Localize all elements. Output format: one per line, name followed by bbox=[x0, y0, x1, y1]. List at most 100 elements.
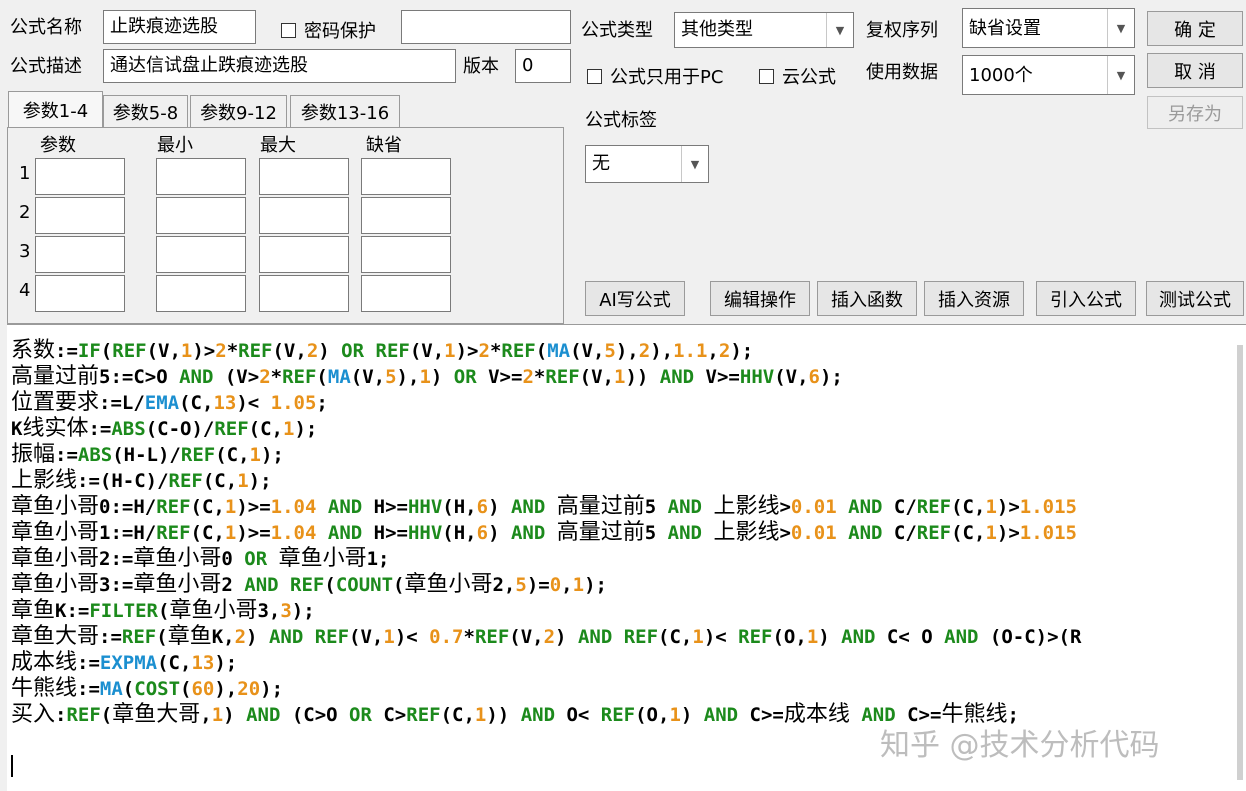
param-min-input-1[interactable] bbox=[156, 158, 246, 195]
code-token: 1 bbox=[237, 470, 249, 492]
param-name-input-3[interactable] bbox=[35, 236, 125, 273]
code-token: AND bbox=[246, 704, 281, 726]
formula-tag-select[interactable]: 无 ▼ bbox=[585, 145, 709, 183]
cancel-button[interactable]: 取 消 bbox=[1147, 53, 1243, 88]
param-name-input-2[interactable] bbox=[35, 197, 125, 234]
param-min-input-2[interactable] bbox=[156, 197, 246, 234]
param-name-input-4[interactable] bbox=[35, 275, 125, 312]
code-content: 系数:=IF(REF(V,1)>2*REF(V,2) OR REF(V,1)>2… bbox=[11, 338, 1224, 728]
password-input[interactable] bbox=[401, 10, 571, 44]
code-token: )< bbox=[394, 626, 430, 648]
param-max-input-4[interactable] bbox=[259, 275, 349, 312]
data-count-select[interactable]: 1000个 ▼ bbox=[962, 55, 1135, 95]
tab-params-5-8[interactable]: 参数5-8 bbox=[103, 95, 188, 127]
pc-only-box[interactable] bbox=[587, 68, 602, 84]
ai-write-formula-button[interactable]: AI写公式 bbox=[585, 281, 685, 316]
param-default-input-3[interactable] bbox=[361, 236, 451, 273]
param-default-input-2[interactable] bbox=[361, 197, 451, 234]
code-token: 2, bbox=[492, 574, 516, 596]
code-token: * bbox=[533, 366, 546, 388]
code-token: REF bbox=[474, 626, 510, 648]
code-token: 1.1 bbox=[673, 340, 708, 362]
code-token: ) bbox=[223, 704, 247, 726]
param-min-input-4[interactable] bbox=[156, 275, 246, 312]
chevron-down-icon[interactable]: ▼ bbox=[1107, 9, 1134, 47]
code-token: REF bbox=[121, 626, 157, 648]
chevron-down-icon[interactable]: ▼ bbox=[681, 146, 708, 182]
test-formula-button[interactable]: 测试公式 bbox=[1146, 281, 1244, 316]
code-token: ABS bbox=[77, 444, 113, 466]
param-header-min: 最小 bbox=[157, 135, 193, 156]
param-default-input-4[interactable] bbox=[361, 275, 451, 312]
code-token: (C, bbox=[190, 496, 225, 518]
password-protect-box[interactable] bbox=[281, 22, 296, 38]
param-max-input-3[interactable] bbox=[259, 236, 349, 273]
param-default-input-1[interactable] bbox=[361, 158, 451, 195]
code-token: C/ bbox=[882, 496, 917, 518]
code-token: 1.04 bbox=[270, 522, 317, 544]
ok-button[interactable]: 确 定 bbox=[1147, 11, 1243, 46]
cloud-formula-box[interactable] bbox=[759, 68, 774, 84]
code-token: 买入 bbox=[11, 702, 56, 727]
code-token: )>= bbox=[236, 522, 271, 544]
code-token: (C, bbox=[248, 418, 283, 440]
code-token: 高量过前 bbox=[556, 494, 645, 519]
code-token: (V, bbox=[350, 366, 386, 388]
param-max-input-1[interactable] bbox=[259, 158, 349, 195]
code-token: EXPMA bbox=[99, 652, 158, 674]
code-token: )> bbox=[996, 496, 1020, 518]
code-token: 5 bbox=[385, 366, 397, 388]
code-token: ( bbox=[122, 678, 135, 700]
version-input[interactable]: 0 bbox=[515, 49, 571, 83]
import-formula-button[interactable]: 引入公式 bbox=[1036, 281, 1136, 316]
pc-only-label: 公式只用于PC bbox=[610, 67, 724, 88]
tab-params-9-12[interactable]: 参数9-12 bbox=[190, 95, 287, 127]
insert-resource-button[interactable]: 插入资源 bbox=[924, 281, 1024, 316]
tab-params-13-16[interactable]: 参数13-16 bbox=[290, 95, 400, 127]
chevron-down-icon[interactable]: ▼ bbox=[826, 13, 853, 47]
code-token: 0 bbox=[549, 574, 562, 596]
code-line: 章鱼小哥1:=H/REF(C,1)>=1.04 AND H>=HHV(H,6) … bbox=[11, 520, 1224, 546]
code-token: C>= bbox=[738, 704, 784, 726]
code-token: REF bbox=[738, 626, 773, 648]
formula-name-input[interactable]: 止跌痕迹选股 bbox=[103, 10, 256, 44]
param-row-number: 1 bbox=[19, 163, 31, 184]
code-token: REF bbox=[916, 522, 952, 544]
text-caret bbox=[11, 755, 13, 777]
param-max-input-2[interactable] bbox=[259, 197, 349, 234]
code-token: REF bbox=[290, 574, 325, 596]
formula-desc-input[interactable]: 通达信试盘止跌痕迹选股 bbox=[103, 49, 456, 83]
save-as-button[interactable]: 另存为 bbox=[1147, 96, 1243, 129]
code-token: 章鱼小哥 bbox=[278, 546, 367, 571]
formula-type-select[interactable]: 其他类型 ▼ bbox=[674, 12, 854, 48]
adjust-select[interactable]: 缺省设置 ▼ bbox=[962, 8, 1135, 48]
cloud-formula-checkbox[interactable]: 云公式 bbox=[759, 63, 836, 89]
code-token: 1 bbox=[614, 366, 626, 388]
insert-function-button[interactable]: 插入函数 bbox=[817, 281, 917, 316]
pc-only-checkbox[interactable]: 公式只用于PC bbox=[587, 63, 723, 89]
password-protect-checkbox[interactable]: 密码保护 bbox=[281, 17, 376, 43]
edit-operations-button[interactable]: 编辑操作 bbox=[710, 281, 810, 316]
code-token: ) bbox=[430, 366, 454, 388]
code-token: 5 bbox=[644, 496, 668, 518]
param-row-number: 2 bbox=[19, 202, 31, 223]
formula-desc-label: 公式描述 bbox=[10, 56, 82, 77]
code-token: * bbox=[489, 340, 502, 362]
code-token: ), bbox=[650, 340, 674, 362]
code-token: 1:=H/ bbox=[99, 522, 157, 544]
tab-params-1-4[interactable]: 参数1-4 bbox=[8, 91, 103, 128]
code-token: AND bbox=[841, 626, 876, 648]
code-token: := bbox=[77, 678, 100, 700]
param-name-input-1[interactable] bbox=[35, 158, 125, 195]
code-token: (O-C)>(R bbox=[978, 626, 1082, 648]
code-token: AND bbox=[244, 574, 279, 596]
code-token: REF bbox=[623, 626, 659, 648]
code-line: 章鱼小哥2:=章鱼小哥0 OR 章鱼小哥1; bbox=[11, 546, 1224, 572]
chevron-down-icon[interactable]: ▼ bbox=[1107, 56, 1134, 94]
param-min-input-3[interactable] bbox=[156, 236, 246, 273]
code-token: 章鱼大哥 bbox=[11, 624, 100, 649]
vertical-scrollbar[interactable] bbox=[1237, 345, 1243, 780]
